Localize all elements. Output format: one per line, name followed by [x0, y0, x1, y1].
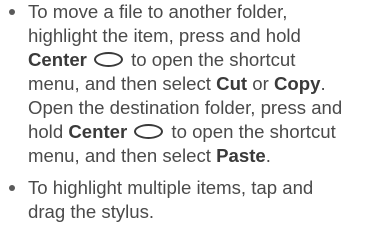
- bold-term: Copy: [274, 73, 321, 94]
- bold-term: Center: [28, 49, 87, 70]
- center-button-icon: [93, 52, 123, 67]
- tip-text: To highlight multiple items, tap and: [28, 177, 314, 198]
- tip-text: highlight the item, press and hold: [28, 25, 301, 46]
- tip-text: hold: [28, 121, 69, 142]
- bullet-dot: [9, 185, 15, 191]
- tip-text: .: [265, 145, 271, 166]
- bold-term: Paste: [216, 145, 266, 166]
- tip-text: to open the shortcut: [166, 121, 336, 142]
- tip-line: menu, and then select Paste.: [28, 144, 382, 168]
- tip-text: To move a file to another folder,: [28, 1, 288, 22]
- tip-item: To highlight multiple items, tap and drag…: [0, 176, 382, 224]
- tip-line: hold Center to open the shortcut: [28, 120, 382, 144]
- tip-line: menu, and then select Cut or Copy.: [28, 72, 382, 96]
- tip-text: or: [247, 73, 274, 94]
- bullet-dot: [9, 9, 15, 15]
- tip-line: Center to open the shortcut: [28, 48, 382, 72]
- tip-text: Open the destination folder, press and: [28, 97, 343, 118]
- tip-line: To move a file to another folder,: [28, 0, 382, 24]
- tip-text: menu, and then select: [28, 73, 217, 94]
- tips-list: To move a file to another folder, highlig…: [0, 0, 382, 224]
- bold-term: Cut: [216, 73, 248, 94]
- tip-line: drag the stylus.: [28, 200, 382, 224]
- tip-text: drag the stylus.: [28, 201, 155, 222]
- tip-line: Open the destination folder, press and: [28, 96, 382, 120]
- center-button-icon: [134, 124, 164, 139]
- tip-text: to open the shortcut: [125, 49, 296, 70]
- document-page: To move a file to another folder, highlig…: [0, 0, 382, 247]
- tip-line: highlight the item, press and hold: [28, 24, 382, 48]
- tip-text: .: [320, 73, 326, 94]
- tip-text: menu, and then select: [28, 145, 217, 166]
- bold-term: Center: [68, 121, 128, 142]
- tip-line: To highlight multiple items, tap and: [28, 176, 382, 200]
- tip-item: To move a file to another folder, highlig…: [0, 0, 382, 168]
